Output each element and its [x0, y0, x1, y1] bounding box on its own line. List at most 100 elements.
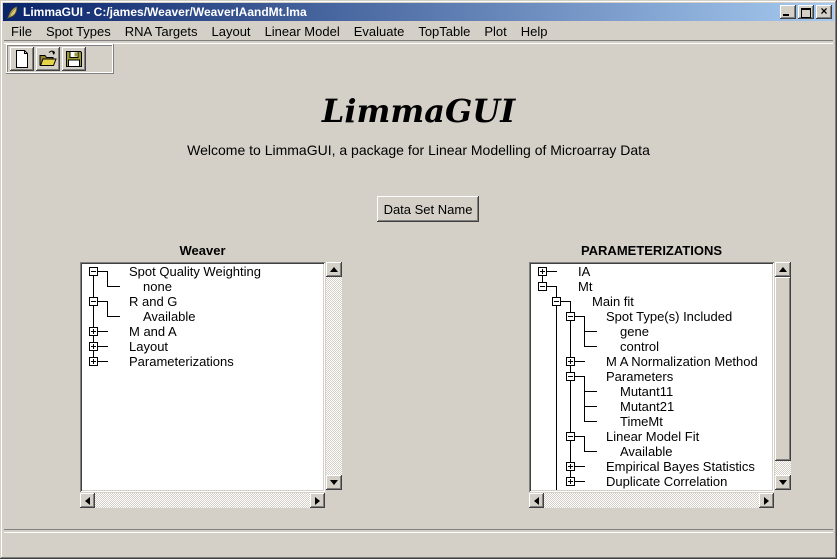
menu-item-toptable[interactable]: TopTable [411, 23, 477, 40]
tree-line [556, 286, 557, 490]
tree-node-label[interactable]: none [143, 279, 172, 294]
scrollbar-thumb[interactable] [775, 277, 791, 461]
tree-line [584, 376, 585, 421]
tree-line [584, 406, 597, 407]
tree-line [97, 361, 108, 362]
tree-node-label[interactable]: gene [620, 324, 649, 339]
arrow-down-icon [779, 480, 787, 485]
tree-node-label[interactable]: Available [620, 444, 673, 459]
scroll-down-button[interactable] [775, 475, 791, 490]
new-file-icon [12, 49, 32, 69]
tree-node-label[interactable]: Main fit [592, 294, 634, 309]
maximize-button[interactable] [798, 5, 814, 19]
plus-glyph [542, 269, 543, 274]
tree-line [546, 271, 557, 272]
tree-expander-collapse[interactable] [566, 312, 575, 321]
menu-item-rna-targets[interactable]: RNA Targets [118, 23, 205, 40]
menu-item-evaluate[interactable]: Evaluate [347, 23, 412, 40]
weaver-tree-group: Weaver Spot Quality WeightingnoneR and G… [80, 243, 342, 509]
tree-expander-collapse[interactable] [89, 267, 98, 276]
scroll-track[interactable] [326, 277, 342, 475]
tree-expander-collapse[interactable] [566, 372, 575, 381]
parameterizations-treeview[interactable]: IAMtMain fitSpot Type(s) Includedgenecon… [529, 262, 774, 492]
tree-node-label[interactable]: M A Normalization Method [606, 354, 758, 369]
tree-expander-expand[interactable] [89, 357, 98, 366]
open-folder-icon [38, 49, 58, 69]
tree-expander-expand[interactable] [89, 342, 98, 351]
weaver-tree-caption: Weaver [80, 243, 325, 258]
tree-expander-collapse[interactable] [89, 297, 98, 306]
tree-node-label[interactable]: Spot Quality Weighting [129, 264, 261, 279]
close-button[interactable]: × [816, 5, 832, 19]
parameterizations-tree-content: IAMtMain fitSpot Type(s) Includedgenecon… [531, 264, 772, 490]
scroll-right-button[interactable] [310, 493, 325, 508]
scroll-left-button[interactable] [529, 493, 544, 508]
scroll-track[interactable] [775, 277, 791, 475]
tree-node-label[interactable]: Parameterizations [129, 354, 234, 369]
scroll-right-button[interactable] [759, 493, 774, 508]
plus-glyph [93, 359, 94, 364]
tree-node-label[interactable]: Mutant21 [620, 399, 674, 414]
scroll-up-button[interactable] [326, 262, 342, 277]
arrow-up-icon [330, 267, 338, 272]
weaver-treeview[interactable]: Spot Quality WeightingnoneR and GAvailab… [80, 262, 325, 492]
tree-line [570, 301, 571, 481]
tree-expander-collapse[interactable] [566, 432, 575, 441]
tree-line [584, 436, 585, 451]
tree-node-label[interactable]: TimeMt [620, 414, 663, 429]
new-file-button[interactable] [10, 47, 34, 71]
scroll-left-button[interactable] [80, 493, 95, 508]
tree-expander-expand[interactable] [566, 477, 575, 486]
tree-node-label[interactable]: R and G [129, 294, 177, 309]
scroll-track[interactable] [544, 493, 759, 508]
tree-expander-collapse[interactable] [552, 297, 561, 306]
tree-node-label[interactable]: Mutant11 [620, 384, 673, 399]
scroll-track[interactable] [95, 493, 310, 508]
maximize-icon [801, 8, 811, 18]
minus-glyph [91, 301, 96, 302]
menu-item-file[interactable]: File [4, 23, 39, 40]
tree-line [97, 301, 108, 302]
data-set-name-button[interactable]: Data Set Name [377, 196, 479, 222]
tree-node-label[interactable]: control [620, 339, 659, 354]
tree-node-label[interactable]: Empirical Bayes Statistics [606, 459, 755, 474]
parameterizations-vertical-scrollbar[interactable] [775, 262, 791, 490]
tree-expander-expand[interactable] [566, 357, 575, 366]
tree-node-label[interactable]: Available [143, 309, 196, 324]
parameterizations-horizontal-scrollbar[interactable] [529, 493, 774, 508]
title-bar[interactable]: LimmaGUI - C:/james/Weaver/WeaverIAandMt… [3, 3, 834, 21]
tree-node-label[interactable]: Parameters [606, 369, 673, 384]
tree-line [107, 271, 108, 286]
tree-node-label[interactable]: IA [578, 264, 590, 279]
tree-expander-expand[interactable] [89, 327, 98, 336]
minus-glyph [91, 271, 96, 272]
minus-glyph [540, 286, 545, 287]
weaver-vertical-scrollbar[interactable] [326, 262, 342, 490]
tree-node-label[interactable]: Mt [578, 279, 592, 294]
menu-item-linear-model[interactable]: Linear Model [258, 23, 347, 40]
arrow-down-icon [330, 480, 338, 485]
arrow-up-icon [779, 267, 787, 272]
tree-node-label[interactable]: Linear Model Fit [606, 429, 699, 444]
menu-item-help[interactable]: Help [514, 23, 555, 40]
tree-expander-expand[interactable] [538, 267, 547, 276]
tree-node-label[interactable]: Spot Type(s) Included [606, 309, 732, 324]
weaver-tree-content: Spot Quality WeightingnoneR and GAvailab… [82, 264, 323, 490]
scroll-down-button[interactable] [326, 475, 342, 490]
open-file-button[interactable] [36, 47, 60, 71]
tree-node-label[interactable]: Duplicate Correlation [606, 474, 727, 489]
window-controls: × [780, 5, 832, 19]
menu-item-layout[interactable]: Layout [205, 23, 258, 40]
tree-expander-collapse[interactable] [538, 282, 547, 291]
save-file-button[interactable] [62, 47, 86, 71]
tree-node-label[interactable]: M and A [129, 324, 177, 339]
weaver-horizontal-scrollbar[interactable] [80, 493, 325, 508]
tree-expander-expand[interactable] [566, 462, 575, 471]
minimize-button[interactable] [780, 5, 796, 19]
tree-node-label[interactable]: Layout [129, 339, 168, 354]
tree-line [107, 286, 120, 287]
window-title: LimmaGUI - C:/james/Weaver/WeaverIAandMt… [23, 5, 307, 19]
menu-item-spot-types[interactable]: Spot Types [39, 23, 118, 40]
scroll-up-button[interactable] [775, 262, 791, 277]
menu-item-plot[interactable]: Plot [477, 23, 513, 40]
